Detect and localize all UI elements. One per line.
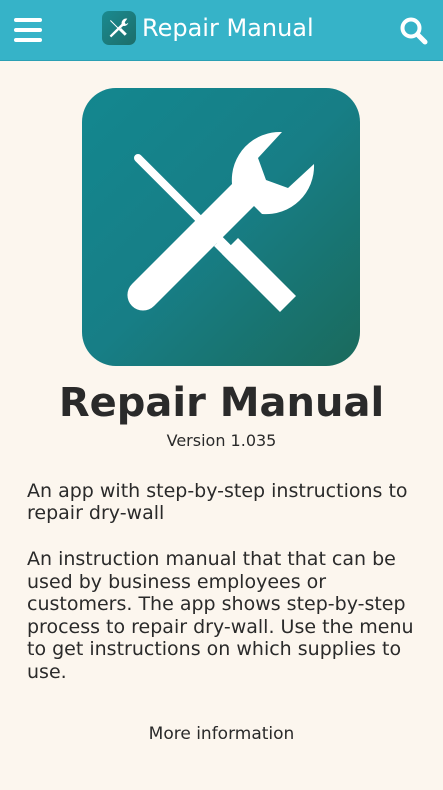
search-icon[interactable] [399, 16, 429, 46]
app-name-heading: Repair Manual [58, 380, 385, 426]
top-app-bar: Repair Manual [0, 0, 443, 61]
header-title-group: Repair Manual [102, 11, 314, 45]
app-tagline: An app with step-by-step instructions to… [27, 480, 408, 524]
version-label: Version 1.035 [166, 431, 277, 450]
wrench-screwdriver-icon [127, 131, 315, 312]
hamburger-menu-icon[interactable] [14, 18, 42, 42]
app-description: An instruction manual that that can be u… [27, 548, 414, 683]
app-logo [82, 88, 360, 366]
more-information-link[interactable]: More information [0, 724, 443, 744]
wrench-screwdriver-icon [102, 11, 136, 45]
header-title: Repair Manual [142, 14, 314, 42]
